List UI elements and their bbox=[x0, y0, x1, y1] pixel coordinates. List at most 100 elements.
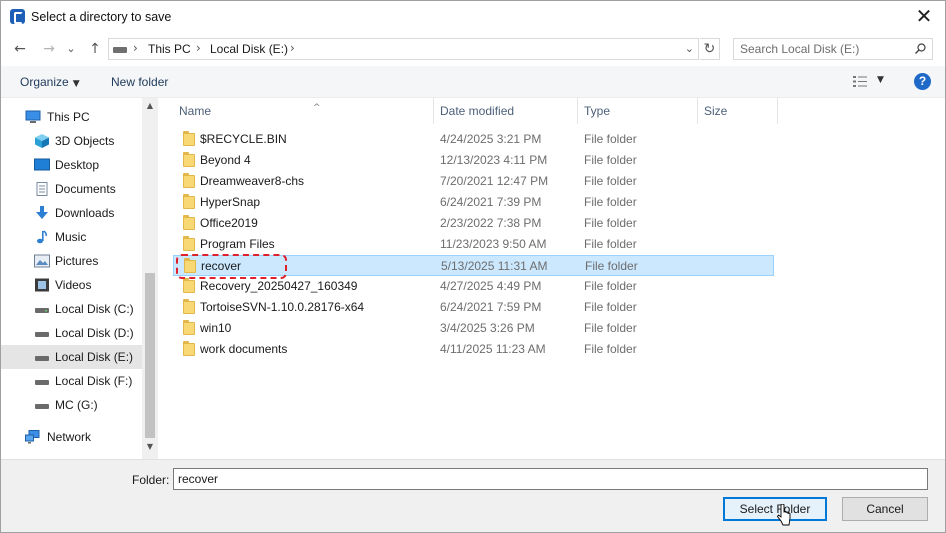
file-row[interactable]: Recovery_20250427_160349 4/27/2025 4:49 … bbox=[173, 276, 774, 297]
cube-icon bbox=[35, 134, 49, 148]
file-name: Program Files bbox=[200, 237, 275, 251]
scrollbar-thumb[interactable] bbox=[145, 273, 155, 438]
file-row[interactable]: Program Files 11/23/2023 9:50 AM File fo… bbox=[173, 234, 774, 255]
document-icon bbox=[36, 182, 48, 196]
sidebar-item-label: This PC bbox=[47, 110, 90, 124]
folder-icon bbox=[183, 194, 195, 209]
sidebar-item-label: Downloads bbox=[55, 206, 115, 220]
sidebar-item-label: Music bbox=[55, 230, 87, 244]
organize-button[interactable]: Organize ▼ bbox=[20, 75, 80, 89]
file-date: 4/11/2025 11:23 AM bbox=[440, 342, 546, 356]
cancel-button[interactable]: Cancel bbox=[842, 497, 928, 521]
select-folder-button[interactable]: Select Folder bbox=[723, 497, 827, 521]
search-box[interactable] bbox=[733, 38, 933, 60]
address-bar[interactable]: › This PC › Local Disk (E:) › ⌄ bbox=[108, 38, 699, 60]
file-type: File folder bbox=[584, 153, 637, 167]
scroll-down-icon[interactable]: ▼ bbox=[142, 439, 158, 455]
file-name: Office2019 bbox=[200, 216, 258, 230]
save-directory-dialog: Select a directory to save ✕ ← → ⌄ ↑ › T… bbox=[0, 0, 946, 533]
file-name: TortoiseSVN-1.10.0.28176-x64 bbox=[200, 300, 365, 314]
sidebar-item-local-disk-e[interactable]: Local Disk (E:) bbox=[1, 345, 142, 369]
help-icon[interactable]: ? bbox=[914, 73, 931, 90]
drive-icon bbox=[35, 332, 49, 337]
sidebar-scrollbar[interactable]: ▲ ▼ bbox=[142, 98, 158, 459]
folder-label: Folder: bbox=[132, 473, 170, 487]
sidebar-item-videos[interactable]: Videos bbox=[1, 273, 142, 297]
download-icon bbox=[36, 206, 48, 219]
file-row[interactable]: HyperSnap 6/24/2021 7:39 PM File folder bbox=[173, 192, 774, 213]
drive-icon bbox=[35, 404, 49, 409]
sidebar-item-label: MC (G:) bbox=[55, 398, 98, 412]
breadcrumb-this-pc[interactable]: This PC bbox=[148, 42, 191, 56]
search-input[interactable] bbox=[740, 42, 905, 56]
drive-icon bbox=[35, 308, 49, 313]
back-button[interactable]: ← bbox=[10, 39, 30, 59]
sidebar-item-label: Local Disk (F:) bbox=[55, 374, 133, 388]
sidebar-item-this-pc[interactable]: This PC bbox=[1, 105, 142, 129]
video-icon bbox=[35, 278, 49, 292]
title-bar: Select a directory to save ✕ bbox=[1, 1, 945, 33]
column-header-name[interactable]: Name ^ bbox=[173, 98, 434, 124]
file-date: 7/20/2021 12:47 PM bbox=[440, 174, 549, 188]
column-header-size[interactable]: Size bbox=[698, 98, 778, 124]
sidebar-item-music[interactable]: Music bbox=[1, 225, 142, 249]
sidebar-item-downloads[interactable]: Downloads bbox=[1, 201, 142, 225]
navigation-pane: This PC 3D Objects Desktop Documents Dow… bbox=[1, 98, 158, 459]
file-date: 4/24/2025 3:21 PM bbox=[440, 132, 542, 146]
sidebar-item-label: Local Disk (C:) bbox=[55, 302, 134, 316]
drive-icon bbox=[35, 380, 49, 385]
folder-icon bbox=[183, 320, 195, 335]
sidebar-item-local-disk-c[interactable]: Local Disk (C:) bbox=[1, 297, 142, 321]
file-row[interactable]: $RECYCLE.BIN 4/24/2025 3:21 PM File fold… bbox=[173, 129, 774, 150]
sidebar-item-label: Desktop bbox=[55, 158, 100, 172]
breadcrumb-separator[interactable]: › bbox=[196, 41, 201, 55]
search-icon[interactable] bbox=[915, 43, 926, 54]
file-date: 3/4/2025 3:26 PM bbox=[440, 321, 535, 335]
sidebar-item-local-disk-d[interactable]: Local Disk (D:) bbox=[1, 321, 142, 345]
sidebar-item-3d-objects[interactable]: 3D Objects bbox=[1, 129, 142, 153]
folder-name-input[interactable] bbox=[173, 468, 928, 490]
folder-icon bbox=[183, 173, 195, 188]
sidebar-item-local-disk-f[interactable]: Local Disk (F:) bbox=[1, 369, 142, 393]
forward-button[interactable]: → bbox=[39, 39, 59, 59]
sidebar-item-documents[interactable]: Documents bbox=[1, 177, 142, 201]
up-button[interactable]: ↑ bbox=[85, 39, 105, 59]
file-type: File folder bbox=[584, 321, 637, 335]
file-row[interactable]: TortoiseSVN-1.10.0.28176-x64 6/24/2021 7… bbox=[173, 297, 774, 318]
file-row[interactable]: work documents 4/11/2025 11:23 AM File f… bbox=[173, 339, 774, 360]
sidebar-item-mc-g[interactable]: MC (G:) bbox=[1, 393, 142, 417]
scroll-up-icon[interactable]: ▲ bbox=[142, 98, 158, 114]
column-header-date[interactable]: Date modified bbox=[434, 98, 578, 124]
breadcrumb-local-disk-e[interactable]: Local Disk (E:) bbox=[210, 42, 288, 56]
folder-icon bbox=[183, 299, 195, 314]
address-dropdown-icon[interactable]: ⌄ bbox=[685, 42, 694, 55]
close-button[interactable]: ✕ bbox=[911, 5, 937, 29]
file-row[interactable]: win10 3/4/2025 3:26 PM File folder bbox=[173, 318, 774, 339]
column-header-type[interactable]: Type bbox=[578, 98, 698, 124]
view-dropdown-icon[interactable]: ▼ bbox=[877, 75, 884, 85]
view-options-icon[interactable] bbox=[853, 76, 867, 87]
command-toolbar: Organize ▼ New folder ▼ ? bbox=[1, 66, 945, 98]
recent-locations-button[interactable]: ⌄ bbox=[64, 39, 78, 59]
file-type: File folder bbox=[584, 279, 637, 293]
mouse-cursor-icon bbox=[777, 504, 791, 526]
network-icon bbox=[25, 430, 40, 444]
pictures-icon bbox=[34, 254, 50, 268]
file-type: File folder bbox=[584, 174, 637, 188]
file-row[interactable]: Office2019 2/23/2022 7:38 PM File folder bbox=[173, 213, 774, 234]
file-row[interactable]: Beyond 4 12/13/2023 4:11 PM File folder bbox=[173, 150, 774, 171]
new-folder-button[interactable]: New folder bbox=[111, 75, 168, 89]
breadcrumb-separator[interactable]: › bbox=[290, 41, 295, 55]
app-logo-icon bbox=[10, 9, 25, 24]
file-type: File folder bbox=[584, 237, 637, 251]
sidebar-item-label: Network bbox=[47, 430, 92, 444]
file-date: 4/27/2025 4:49 PM bbox=[440, 279, 542, 293]
sidebar-item-desktop[interactable]: Desktop bbox=[1, 153, 142, 177]
sidebar-item-pictures[interactable]: Pictures bbox=[1, 249, 142, 273]
sidebar-item-network[interactable]: Network bbox=[1, 425, 142, 449]
file-name: work documents bbox=[200, 342, 288, 356]
highlight-annotation bbox=[176, 254, 287, 279]
file-row[interactable]: Dreamweaver8-chs 7/20/2021 12:47 PM File… bbox=[173, 171, 774, 192]
refresh-button[interactable]: ↻ bbox=[700, 38, 720, 60]
sidebar-item-label: Pictures bbox=[55, 254, 99, 268]
